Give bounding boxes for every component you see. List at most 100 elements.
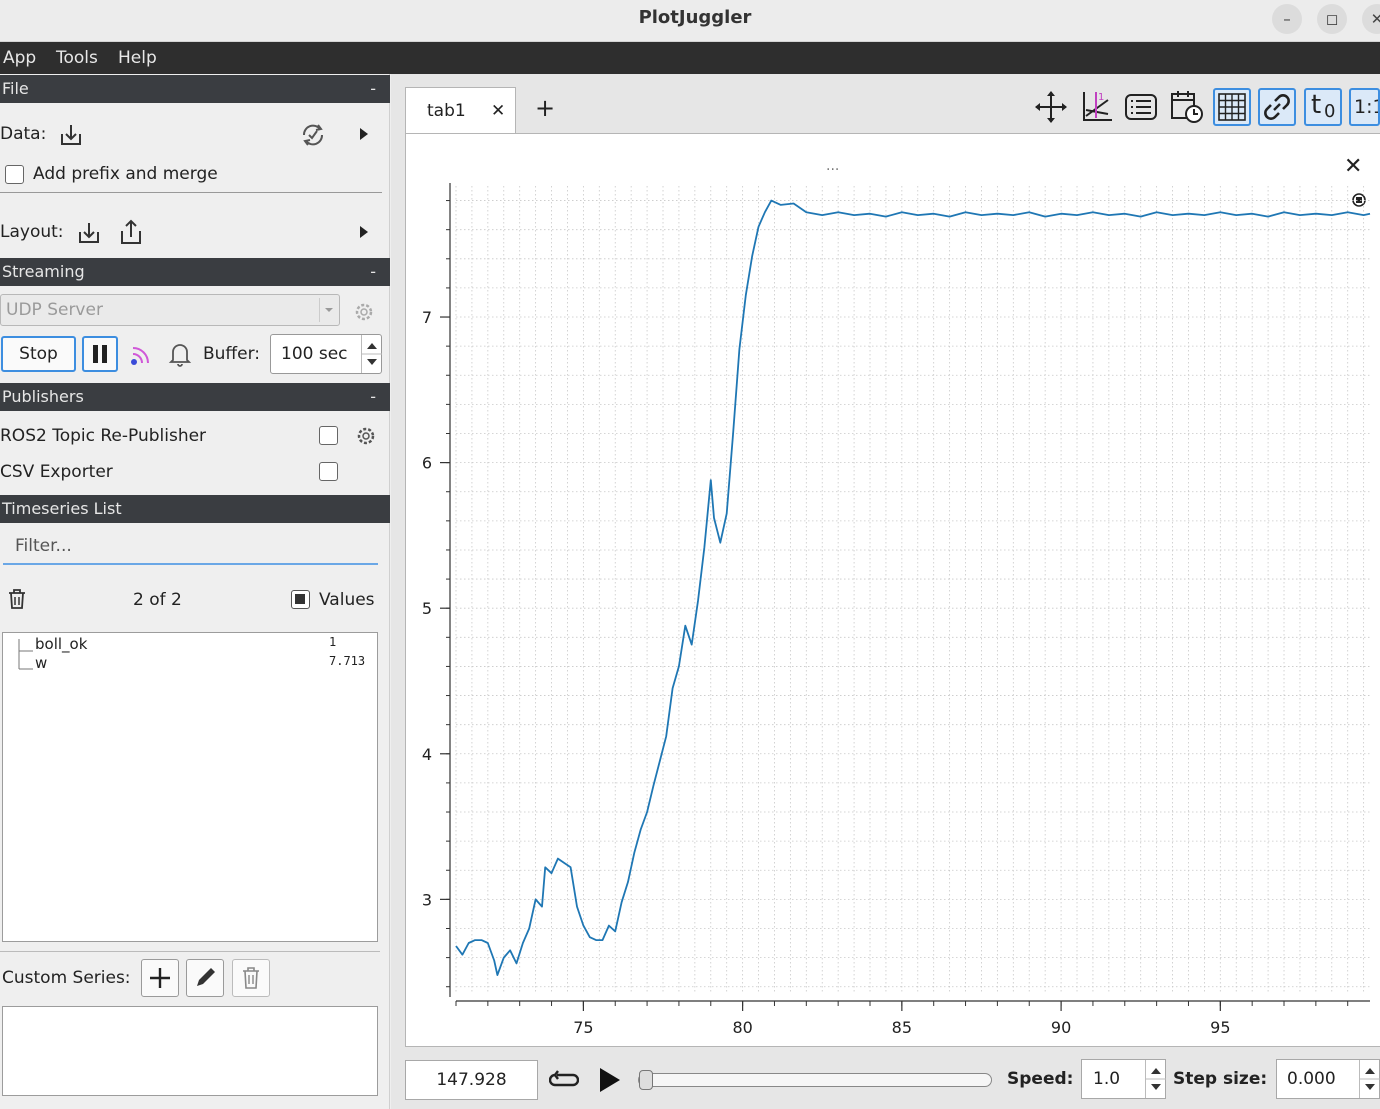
stream-source-select[interactable]: UDP Server [0, 294, 340, 326]
speed-spinbox[interactable]: 1.0 [1081, 1059, 1166, 1099]
current-time-field[interactable]: 147.928 [405, 1060, 538, 1100]
menu-bar: App Tools Help [0, 42, 1380, 74]
t0-toggle-button[interactable]: t 0 [1304, 88, 1342, 126]
file-divider [0, 192, 382, 193]
legend-split-icon[interactable]: 1 [1078, 88, 1116, 126]
slider-handle[interactable] [639, 1070, 653, 1090]
speed-stepper[interactable] [1145, 1060, 1166, 1098]
link-toggle-button[interactable] [1258, 88, 1296, 126]
menu-app[interactable]: App [3, 48, 36, 68]
list-icon[interactable] [1122, 88, 1160, 126]
pause-button[interactable] [82, 336, 118, 372]
filter-placeholder: Filter... [15, 536, 72, 556]
grid-toggle-button[interactable] [1213, 88, 1251, 126]
minimize-button[interactable]: – [1272, 4, 1302, 34]
custom-divider [0, 951, 380, 952]
step-size-stepper[interactable] [1359, 1060, 1380, 1098]
publishers-section-header[interactable]: Publishers - [0, 383, 390, 411]
t0-subscript: 0 [1324, 101, 1336, 122]
reload-data-icon[interactable] [298, 120, 328, 150]
timeseries-section-header: Timeseries List [0, 495, 390, 523]
maximize-button[interactable]: ◻ [1317, 4, 1347, 34]
add-tab-button[interactable]: + [535, 94, 555, 122]
close-window-button[interactable]: ✕ [1362, 4, 1380, 34]
edit-custom-series-button[interactable] [186, 959, 224, 997]
add-prefix-checkbox[interactable] [5, 165, 24, 184]
streaming-section-title: Streaming [2, 262, 85, 281]
tree-item-value: 1 [329, 635, 337, 649]
plot-frame: ... ✕ 75 80 85 90 95 3 4 5 6 7 [405, 133, 1380, 1047]
buffer-spinbox[interactable]: 100 sec [270, 334, 382, 374]
add-prefix-label: Add prefix and merge [33, 164, 218, 184]
tree-item-name[interactable]: boll_ok [35, 635, 87, 653]
tab-tab1[interactable]: tab1 ✕ [405, 87, 516, 134]
pause-icon [93, 345, 107, 363]
layout-expand-arrow-icon[interactable] [359, 225, 369, 239]
add-custom-series-button[interactable] [141, 959, 179, 997]
x-tick-label: 85 [892, 1018, 912, 1037]
publisher-ros2-checkbox[interactable] [319, 426, 338, 445]
series-count: 2 of 2 [133, 590, 182, 610]
time-series-plot[interactable]: 75 80 85 90 95 3 4 5 6 7 [406, 134, 1380, 1048]
buffer-stepper[interactable] [361, 335, 382, 373]
publisher-ros2-label: ROS2 Topic Re-Publisher [0, 426, 207, 446]
svg-text:1: 1 [1098, 92, 1104, 103]
timeseries-tree: boll_ok 1 w 7.713 [2, 632, 378, 942]
ratio-toggle-button[interactable]: 1:1 [1349, 88, 1380, 126]
y-tick-label: 6 [422, 454, 432, 473]
step-size-value: 0.000 [1287, 1069, 1336, 1089]
x-tick-label: 80 [732, 1018, 752, 1037]
source-settings-gear-icon[interactable] [353, 301, 375, 323]
plus-icon [150, 968, 170, 988]
publisher-csv-checkbox[interactable] [319, 462, 338, 481]
time-slider[interactable] [638, 1070, 992, 1090]
file-collapse-icon[interactable]: - [370, 75, 376, 103]
current-time-value: 147.928 [436, 1070, 507, 1090]
tab-close-icon[interactable]: ✕ [491, 101, 505, 121]
data-label: Data: [0, 124, 47, 144]
tree-item-value: 7.713 [329, 654, 366, 668]
file-section-header[interactable]: File - [0, 75, 390, 103]
step-size-spinbox[interactable]: 0.000 [1276, 1059, 1380, 1099]
menu-help[interactable]: Help [118, 48, 157, 68]
stop-button[interactable]: Stop [1, 336, 76, 372]
x-tick-label: 95 [1210, 1018, 1230, 1037]
publisher-csv-label: CSV Exporter [0, 462, 113, 482]
t0-icon: t [1311, 90, 1322, 120]
x-tick-label: 75 [573, 1018, 593, 1037]
import-data-icon[interactable] [58, 122, 84, 148]
loop-icon[interactable] [549, 1066, 579, 1094]
time-icon[interactable] [1168, 88, 1206, 126]
publishers-collapse-icon[interactable]: - [370, 383, 376, 411]
data-expand-arrow-icon[interactable] [359, 127, 369, 141]
play-icon[interactable] [597, 1065, 623, 1095]
x-tick-label: 90 [1051, 1018, 1071, 1037]
custom-series-label: Custom Series: [2, 968, 131, 988]
tree-lines [18, 639, 33, 670]
y-tick-label: 7 [422, 308, 432, 327]
ratio-icon: 1:1 [1354, 96, 1378, 118]
y-tick-label: 3 [422, 890, 432, 909]
import-layout-icon[interactable] [76, 220, 102, 246]
publishers-section-title: Publishers [2, 387, 84, 406]
tab-label: tab1 [427, 101, 466, 121]
ros2-settings-gear-icon[interactable] [355, 425, 377, 447]
streaming-section-header[interactable]: Streaming - [0, 258, 390, 286]
filter-input[interactable]: Filter... [3, 529, 378, 565]
menu-tools[interactable]: Tools [56, 48, 98, 68]
trash-icon [243, 967, 259, 989]
chevron-down-icon [319, 298, 337, 322]
bell-icon[interactable] [168, 340, 192, 368]
export-layout-icon[interactable] [118, 218, 144, 246]
delete-custom-series-button[interactable] [232, 959, 270, 997]
values-checkbox[interactable] [291, 590, 310, 609]
title-bar: PlotJuggler – ◻ ✕ [0, 0, 1380, 42]
streaming-collapse-icon[interactable]: - [370, 258, 376, 286]
window-title: PlotJuggler [638, 7, 752, 28]
buffer-label: Buffer: [203, 344, 261, 364]
move-icon[interactable] [1032, 88, 1070, 126]
trash-icon[interactable] [6, 587, 28, 611]
tree-item-name[interactable]: w [35, 654, 47, 672]
values-label: Values [319, 590, 375, 610]
y-tick-label: 4 [422, 745, 432, 764]
